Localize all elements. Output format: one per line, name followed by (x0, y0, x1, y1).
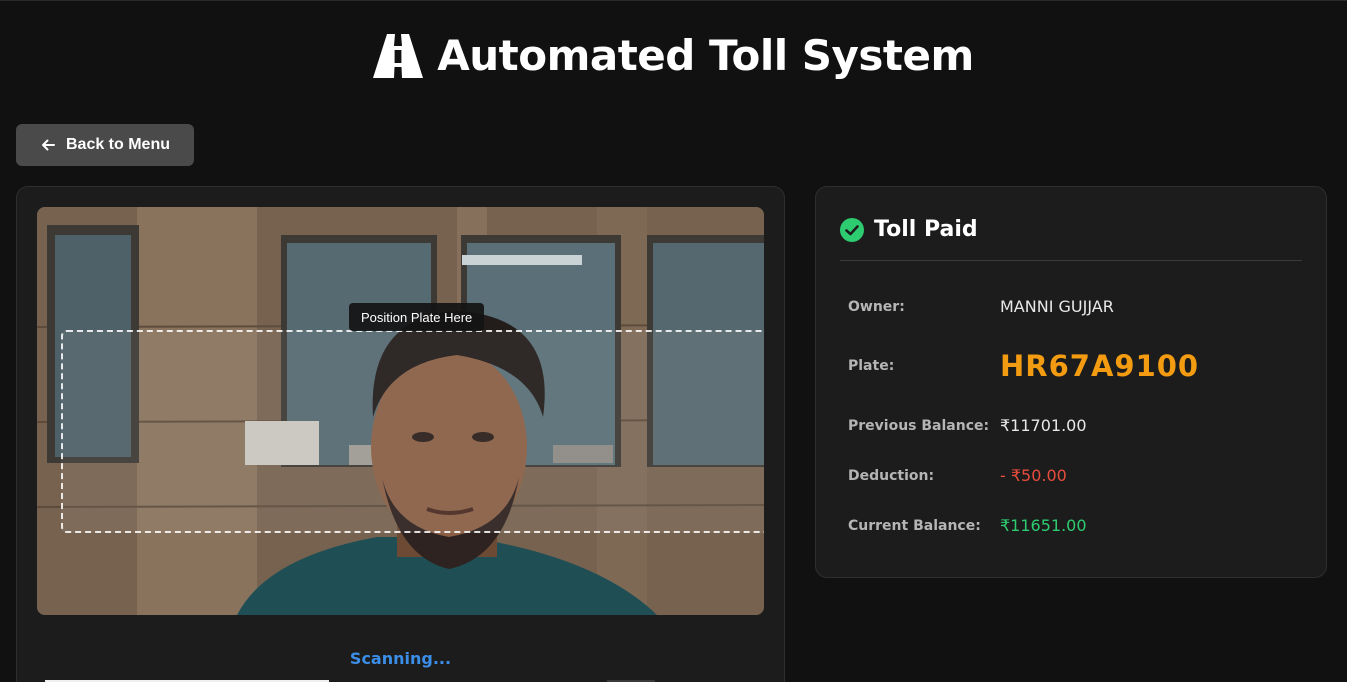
owner-label: Owner: (848, 298, 905, 315)
current-balance-value: ₹11651.00 (1000, 516, 1087, 535)
back-button-label: Back to Menu (65, 136, 170, 153)
camera-panel: Position Plate Here Scanning... (16, 186, 785, 682)
deduction-row: Deduction: - ₹50.00 (848, 466, 1308, 485)
camera-feed: Position Plate Here (37, 207, 764, 615)
current-balance-label: Current Balance: (848, 517, 981, 534)
deduction-label: Deduction: (848, 467, 935, 484)
toll-result-panel: Toll Paid Owner: MANNI GUJJAR Plate: HR6… (815, 186, 1327, 578)
previous-balance-label: Previous Balance: (848, 417, 990, 434)
divider (840, 260, 1302, 261)
deduction-value: - ₹50.00 (1000, 466, 1067, 485)
app-header: Automated Toll System (0, 31, 1347, 80)
plate-label: Plate: (848, 358, 895, 374)
current-balance-row: Current Balance: ₹11651.00 (848, 516, 1308, 535)
plate-guide-frame (61, 330, 764, 533)
arrow-left-icon (41, 139, 55, 151)
plate-row: Plate: HR67A9100 (848, 349, 1308, 383)
plate-value: HR67A9100 (1000, 349, 1200, 383)
back-to-menu-button[interactable]: Back to Menu (16, 124, 194, 166)
owner-value: MANNI GUJJAR (1000, 297, 1114, 316)
scanning-status: Scanning... (349, 649, 452, 668)
road-icon (373, 33, 424, 78)
result-title: Toll Paid (874, 217, 978, 242)
plate-guide-label: Position Plate Here (349, 303, 485, 331)
previous-balance-value: ₹11701.00 (1000, 416, 1087, 435)
owner-row: Owner: MANNI GUJJAR (848, 297, 1308, 316)
check-circle-icon (840, 217, 864, 242)
previous-balance-row: Previous Balance: ₹11701.00 (848, 416, 1308, 435)
page-title: Automated Toll System (437, 31, 974, 80)
result-header: Toll Paid (840, 217, 978, 242)
